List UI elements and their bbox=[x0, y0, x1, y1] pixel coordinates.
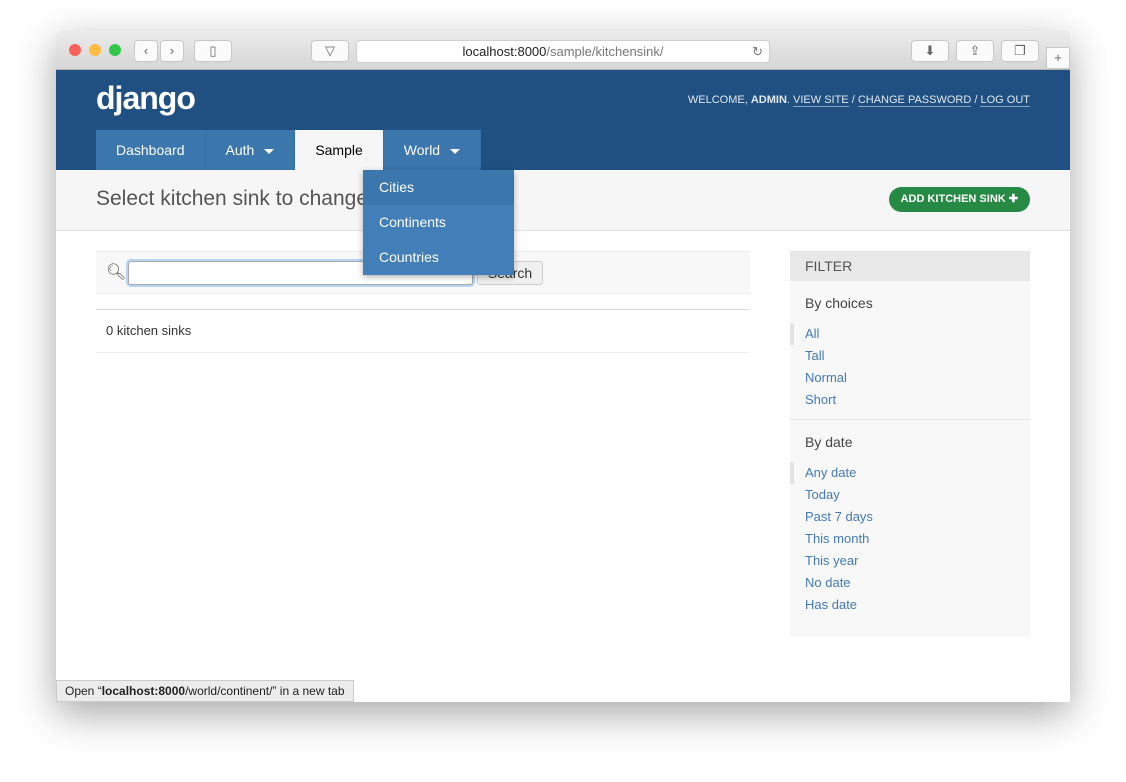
status-suffix: ” in a new tab bbox=[272, 684, 345, 698]
filter-all[interactable]: All bbox=[790, 323, 1030, 345]
url-path: /sample/kitchensink/ bbox=[546, 44, 664, 59]
filter-tall[interactable]: Tall bbox=[790, 345, 1030, 367]
site-header: django Welcome, admin. View site / Chang… bbox=[56, 70, 1070, 170]
back-button[interactable]: ‹ bbox=[134, 40, 158, 62]
filter-today[interactable]: Today bbox=[790, 484, 1030, 506]
filter-this-month[interactable]: This month bbox=[790, 528, 1030, 550]
status-prefix: Open “ bbox=[65, 684, 102, 698]
caret-down-icon bbox=[264, 148, 275, 154]
plus-icon: ✚ bbox=[1008, 193, 1018, 205]
tab-dashboard[interactable]: Dashboard bbox=[96, 130, 206, 170]
title-bar: ‹ › ▯ ▽ localhost:8000/sample/kitchensin… bbox=[56, 31, 1070, 70]
world-dropdown-menu: Cities Continents Countries bbox=[363, 170, 514, 275]
tab-auth[interactable]: Auth bbox=[205, 130, 296, 170]
zoom-button[interactable] bbox=[109, 44, 121, 56]
filter-has-date[interactable]: Has date bbox=[790, 594, 1030, 616]
minimize-button[interactable] bbox=[89, 44, 101, 56]
filter-group-title: By choices bbox=[805, 295, 873, 311]
browser-window: ‹ › ▯ ▽ localhost:8000/sample/kitchensin… bbox=[56, 31, 1070, 702]
close-button[interactable] bbox=[69, 44, 81, 56]
filter-short[interactable]: Short bbox=[790, 389, 1030, 411]
filter-no-date[interactable]: No date bbox=[790, 572, 1030, 594]
tab-sample[interactable]: Sample bbox=[295, 130, 384, 170]
filter-title: FILTER bbox=[790, 251, 1030, 281]
forward-button[interactable]: › bbox=[160, 40, 184, 62]
tab-label: World bbox=[403, 142, 441, 158]
filter-any-date[interactable]: Any date bbox=[790, 462, 1030, 484]
reader-icon[interactable]: ▽ bbox=[311, 40, 349, 62]
menu-item-cities[interactable]: Cities bbox=[363, 170, 514, 205]
tab-label: Auth bbox=[225, 142, 255, 158]
sidebar-icon[interactable]: ▯ bbox=[194, 40, 232, 62]
logo[interactable]: django bbox=[96, 80, 196, 117]
change-password-link[interactable]: Change password bbox=[857, 94, 972, 107]
new-tab-icon[interactable]: + bbox=[1046, 47, 1070, 69]
caret-down-icon bbox=[450, 148, 461, 154]
download-icon[interactable]: ⬇ bbox=[911, 40, 949, 62]
main-nav: Dashboard Auth Sample World bbox=[96, 130, 482, 170]
filter-panel: FILTER By choices All Tall Normal Short … bbox=[790, 251, 1030, 637]
welcome-text: Welcome, bbox=[687, 94, 751, 106]
filter-normal[interactable]: Normal bbox=[790, 367, 1030, 389]
tabs-icon[interactable]: ❐ bbox=[1001, 40, 1039, 62]
username: admin bbox=[750, 94, 787, 106]
search-icon: 🔍︎ bbox=[106, 264, 127, 281]
share-icon[interactable]: ⇪ bbox=[956, 40, 994, 62]
view-site-link[interactable]: View site bbox=[793, 94, 849, 107]
status-path: /world/continent/ bbox=[185, 684, 273, 698]
add-kitchen-sink-button[interactable]: ADD KITCHEN SINK ✚ bbox=[888, 187, 1030, 212]
status-bar: Open “localhost:8000/world/continent/” i… bbox=[56, 680, 354, 702]
filter-group-title: By date bbox=[805, 434, 853, 450]
content-header: Select kitchen sink to change ADD KITCHE… bbox=[56, 170, 1070, 231]
filter-this-year[interactable]: This year bbox=[790, 550, 1030, 572]
page-title: Select kitchen sink to change bbox=[96, 187, 368, 210]
reload-icon[interactable]: ↻ bbox=[752, 41, 763, 63]
add-label: ADD KITCHEN SINK bbox=[900, 193, 1006, 205]
logout-link[interactable]: Log out bbox=[980, 94, 1030, 107]
user-tools: Welcome, admin. View site / Change passw… bbox=[687, 94, 1030, 107]
status-host: localhost:8000 bbox=[101, 684, 186, 698]
tab-label: Sample bbox=[315, 142, 363, 158]
menu-item-countries[interactable]: Countries bbox=[363, 240, 514, 275]
tab-label: Dashboard bbox=[116, 142, 185, 158]
url-host: localhost:8000 bbox=[462, 44, 547, 59]
menu-item-continents[interactable]: Continents bbox=[363, 205, 514, 240]
address-bar[interactable]: localhost:8000/sample/kitchensink/ ↻ bbox=[356, 40, 770, 63]
tab-world[interactable]: World bbox=[383, 130, 482, 170]
result-count: 0 kitchen sinks bbox=[96, 309, 750, 353]
filter-past-7-days[interactable]: Past 7 days bbox=[790, 506, 1030, 528]
